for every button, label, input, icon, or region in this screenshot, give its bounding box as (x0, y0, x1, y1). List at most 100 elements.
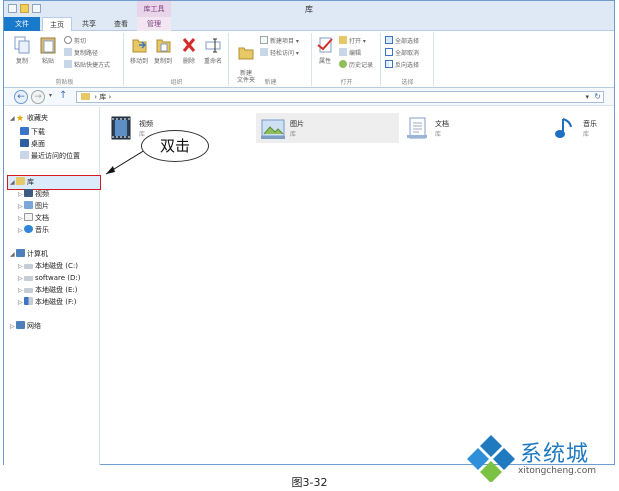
move-to-button[interactable]: 移动到 (127, 36, 151, 65)
open-button[interactable]: 打开 ▾ (339, 36, 366, 46)
group-select: 全部选择 全部取消 反向选择 选择 (382, 33, 434, 86)
address-row: ← → ▾ ↑ › 库 › ▾ ↻ (4, 88, 614, 106)
new-item-button[interactable]: 新建项目 ▾ (260, 36, 299, 46)
nav-library-videos[interactable]: ▷ 视频 (18, 189, 49, 200)
nav-drive-f[interactable]: ▷ 本地磁盘 (F:) (18, 297, 77, 308)
nav-network[interactable]: ▷ 网络 (10, 321, 41, 332)
recent-dropdown-icon[interactable]: ▾ (49, 92, 52, 99)
nav-library-pictures[interactable]: ▷ 图片 (18, 201, 49, 212)
ribbon: 复制 粘贴 剪切 复制路径 粘贴快捷方式 剪贴板 移动到 复制到 删除 重命名 … (4, 31, 614, 88)
cut-button[interactable]: 剪切 (64, 36, 86, 46)
forward-arrow-icon[interactable]: → (31, 90, 45, 104)
brand-logo-icon (467, 435, 515, 482)
copy-button[interactable]: 复制 (10, 36, 34, 65)
music-icon (24, 225, 33, 233)
copy-to-icon (155, 36, 171, 54)
move-to-icon (131, 36, 147, 54)
address-path[interactable]: 库 › (99, 93, 111, 101)
delete-button[interactable]: 删除 (177, 36, 201, 65)
refresh-icon[interactable]: ↻ (594, 92, 601, 102)
copy-icon (14, 36, 30, 54)
select-all-icon (385, 36, 393, 44)
nav-drive-d[interactable]: ▷ software (D:) (18, 273, 81, 284)
copy-to-button[interactable]: 复制到 (151, 36, 175, 65)
double-click-callout: 双击 (141, 130, 209, 162)
watermark-brand: 系统城 (520, 442, 590, 467)
nav-favorites[interactable]: ◢★ 收藏夹 (10, 113, 48, 124)
watermark: 系统城 xitongcheng.com (466, 430, 616, 490)
invert-selection-button[interactable]: 反向选择 (385, 60, 419, 70)
nav-library-music[interactable]: ▷ 音乐 (18, 225, 49, 236)
back-arrow-icon[interactable]: ← (14, 90, 28, 104)
desktop-icon (20, 139, 29, 147)
nav-desktop[interactable]: 桌面 (20, 139, 45, 150)
rename-icon (205, 36, 221, 54)
collapsed-triangle-icon: ▷ (18, 227, 23, 234)
edit-icon (339, 48, 347, 56)
library-tile-documents[interactable]: 文档 库 (401, 113, 521, 143)
edit-button[interactable]: 编辑 (339, 48, 361, 58)
page: 库工具 库 文件 主页 共享 查看 管理 复制 粘贴 剪切 复制路径 粘贴快捷方… (3, 0, 615, 491)
history-button[interactable]: 历史记录 (339, 60, 373, 70)
explorer-window: 库工具 库 文件 主页 共享 查看 管理 复制 粘贴 剪切 复制路径 粘贴快捷方… (3, 0, 615, 465)
address-root-separator: › (94, 93, 98, 101)
library-icon (16, 177, 25, 185)
delete-icon (181, 36, 197, 54)
drive-icon (24, 264, 33, 269)
tab-file[interactable]: 文件 (4, 17, 40, 31)
watermark-url: xitongcheng.com (518, 466, 596, 476)
group-clipboard: 复制 粘贴 剪切 复制路径 粘贴快捷方式 剪贴板 (6, 33, 124, 86)
library-tile-pictures[interactable]: 图片 库 (256, 113, 399, 143)
star-icon: ★ (16, 114, 25, 124)
address-bar[interactable]: › 库 › ▾ ↻ (76, 91, 604, 103)
picture-library-icon (260, 115, 286, 141)
recent-places-icon (20, 151, 29, 159)
select-none-icon (385, 48, 393, 56)
title-bar: 库工具 库 (4, 1, 614, 17)
nav-drive-e[interactable]: ▷ 本地磁盘 (E:) (18, 285, 77, 296)
group-organize: 移动到 复制到 删除 重命名 组织 (125, 33, 229, 86)
properties-button[interactable]: 属性 (313, 36, 337, 65)
address-dropdown-icon[interactable]: ▾ (585, 92, 589, 102)
drive-icon (24, 276, 33, 281)
library-icon (81, 93, 90, 100)
select-none-button[interactable]: 全部取消 (385, 48, 419, 58)
tab-home[interactable]: 主页 (42, 17, 72, 32)
nav-recent-places[interactable]: 最近访问的位置 (20, 151, 80, 162)
nav-libraries[interactable]: ◢ 库 (10, 177, 34, 188)
copy-path-icon (64, 48, 72, 56)
paste-shortcut-icon (64, 60, 72, 68)
tab-manage[interactable]: 管理 (137, 17, 171, 31)
video-icon (24, 189, 33, 197)
paste-button[interactable]: 粘贴 (36, 36, 60, 65)
easy-access-button[interactable]: 轻松访问 ▾ (260, 48, 299, 58)
group-open: 属性 打开 ▾ 编辑 历史记录 打开 (313, 33, 381, 86)
nav-drive-c[interactable]: ▷ 本地磁盘 (C:) (18, 261, 78, 272)
document-icon (24, 213, 33, 221)
paste-shortcut-button[interactable]: 粘贴快捷方式 (64, 60, 110, 70)
tab-share[interactable]: 共享 (74, 17, 104, 31)
rename-button[interactable]: 重命名 (201, 36, 225, 65)
ribbon-tabs: 文件 主页 共享 查看 管理 (4, 17, 614, 32)
new-item-icon (260, 36, 268, 44)
network-icon (16, 321, 25, 329)
up-arrow-icon[interactable]: ↑ (59, 90, 67, 101)
group-new: 新建 文件夹 新建项目 ▾ 轻松访问 ▾ 新建 (230, 33, 312, 86)
computer-icon (16, 249, 25, 257)
easy-access-icon (260, 48, 268, 56)
nav-downloads[interactable]: 下载 (20, 127, 45, 138)
new-folder-icon (238, 43, 254, 61)
tab-view[interactable]: 查看 (106, 17, 136, 31)
library-tile-music[interactable]: 音乐 库 (549, 113, 613, 143)
history-icon (339, 60, 347, 68)
select-all-button[interactable]: 全部选择 (385, 36, 419, 46)
invert-selection-icon (385, 60, 393, 68)
navigation-pane: ◢★ 收藏夹 下载 桌面 最近访问的位置 ◢ 库 ▷ 视频 ▷ 图片 ▷ 文档 ▷ 音乐 ◢… (4, 107, 101, 465)
downloads-icon (20, 127, 29, 135)
nav-library-documents[interactable]: ▷ 文档 (18, 213, 49, 224)
copy-path-button[interactable]: 复制路径 (64, 48, 98, 58)
scissors-icon (64, 36, 72, 44)
windows-drive-icon (24, 297, 33, 305)
nav-computer[interactable]: ◢ 计算机 (10, 249, 48, 260)
picture-icon (24, 201, 33, 209)
